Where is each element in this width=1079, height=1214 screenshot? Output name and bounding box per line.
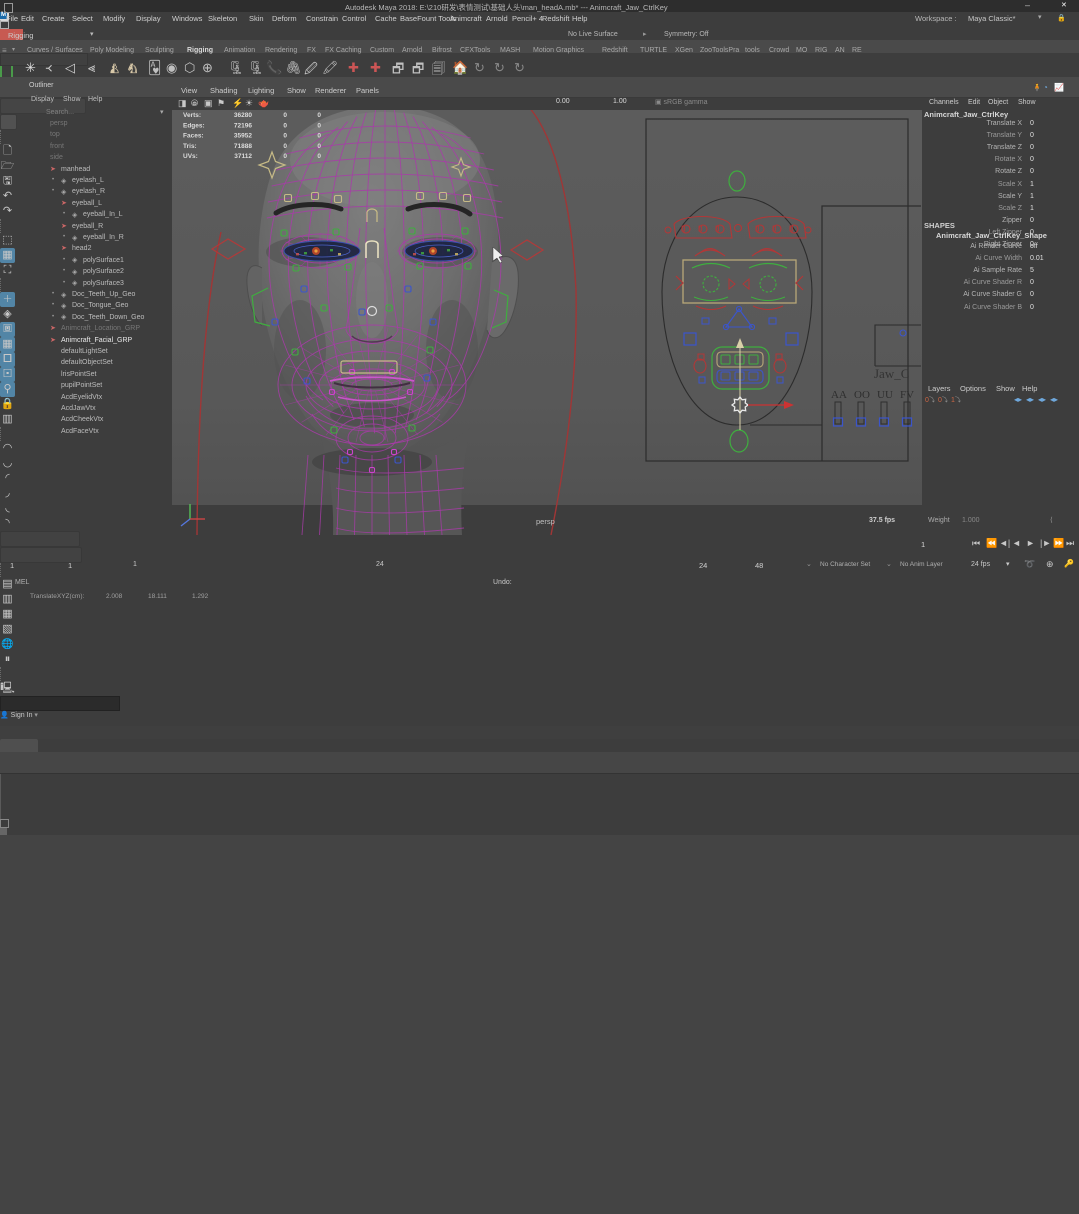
svg-text:72196: 72196 [234, 122, 252, 129]
svg-text:0: 0 [283, 112, 287, 119]
svg-text:AA: AA [831, 389, 847, 401]
svg-text:Faces:: Faces: [183, 133, 204, 140]
svg-text:0: 0 [317, 112, 321, 119]
svg-text:0: 0 [283, 153, 287, 160]
svg-text:71888: 71888 [234, 143, 252, 150]
svg-text:Verts:: Verts: [183, 112, 201, 119]
svg-text:0: 0 [283, 143, 287, 150]
svg-text:persp: persp [536, 517, 555, 526]
svg-text:0: 0 [317, 122, 321, 129]
svg-text:0: 0 [283, 133, 287, 140]
svg-text:Edges:: Edges: [183, 122, 205, 129]
svg-text:UU: UU [877, 389, 893, 401]
svg-text:0: 0 [283, 122, 287, 129]
svg-text:37.5 fps: 37.5 fps [869, 517, 895, 524]
svg-text:OO: OO [854, 389, 870, 401]
svg-text:37112: 37112 [234, 153, 252, 160]
svg-text:0: 0 [317, 153, 321, 160]
svg-text:0: 0 [317, 133, 321, 140]
svg-text:35952: 35952 [234, 133, 252, 140]
svg-text:36280: 36280 [234, 112, 252, 119]
svg-text:UVs:: UVs: [183, 153, 198, 160]
svg-text:Tris:: Tris: [183, 143, 197, 150]
svg-text:Jaw_C: Jaw_C [874, 366, 909, 381]
svg-text:FV: FV [900, 389, 914, 401]
svg-text:0: 0 [317, 143, 321, 150]
